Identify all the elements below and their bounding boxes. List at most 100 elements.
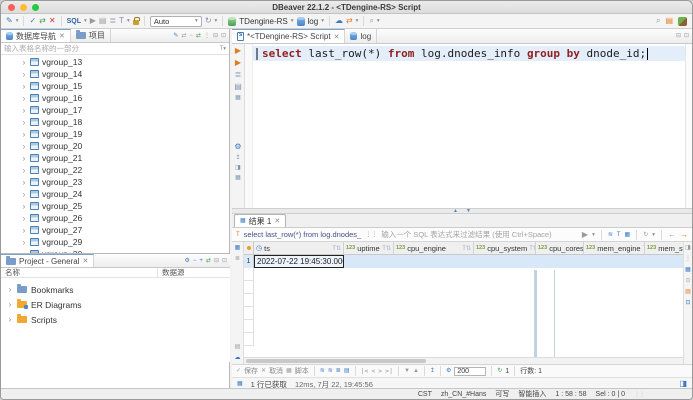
sql-editor-icon[interactable]: SQL xyxy=(67,18,81,25)
active-database[interactable]: log xyxy=(308,17,319,26)
delete-row-icon[interactable]: ≣ xyxy=(336,368,341,374)
scrollbar-thumb[interactable] xyxy=(246,359,426,363)
close-window-icon[interactable] xyxy=(8,4,15,11)
gear-icon[interactable]: ⚙ xyxy=(234,143,241,151)
tab-log-database[interactable]: log xyxy=(345,29,377,43)
column-header-cpu_engine[interactable]: 123cpu_engineT⇅ xyxy=(394,242,474,254)
script-icon[interactable]: ▦ xyxy=(286,368,292,374)
execute-new-tab-icon[interactable]: ▶ xyxy=(235,59,241,67)
minimize-icon[interactable]: ⊟ xyxy=(676,33,681,39)
lock-icon[interactable] xyxy=(133,20,139,25)
save-label[interactable]: 保存 xyxy=(244,366,258,376)
collapse-all-icon[interactable]: − xyxy=(189,33,193,39)
chevron-down-icon[interactable]: ▾ xyxy=(84,18,87,24)
title-bar[interactable]: DBeaver 22.1.2 - <TDengine-RS> Script xyxy=(1,1,692,14)
back-icon[interactable]: ← xyxy=(668,231,676,239)
column-header-cpu_system[interactable]: 123cpu_systemT⇅ xyxy=(474,242,536,254)
grid-view-icon[interactable]: ▦ xyxy=(235,245,241,251)
dbeaver-app-icon[interactable] xyxy=(678,17,687,26)
expander-icon[interactable]: › xyxy=(21,202,27,211)
export-icon[interactable]: ↥ xyxy=(430,368,435,374)
maximize-icon[interactable]: ⊡ xyxy=(222,258,227,264)
column-filter-icon[interactable]: T⇅ xyxy=(382,245,391,252)
expander-icon[interactable]: › xyxy=(21,118,27,127)
refresh-icon[interactable]: ↻ xyxy=(497,368,502,374)
expander-icon[interactable]: › xyxy=(21,238,27,247)
close-icon[interactable]: ✕ xyxy=(82,257,88,265)
value-panel-icon[interactable]: ◨ xyxy=(685,245,691,251)
save-filter-icon[interactable]: T xyxy=(617,232,621,238)
history-icon[interactable]: ↻ xyxy=(643,232,648,238)
column-filter-icon[interactable]: T⇅ xyxy=(529,245,536,252)
expander-icon[interactable]: › xyxy=(21,166,27,175)
navigator-item[interactable]: ›vgroup_21 xyxy=(1,152,229,164)
cloud-icon[interactable]: ☁ xyxy=(335,17,343,25)
cell-ts[interactable]: 2022-07-22 19:45:30.000 xyxy=(254,255,344,268)
tab-sql-script[interactable]: *<TDengine-RS> Script ✕ xyxy=(232,29,345,43)
tab-database-navigator[interactable]: 数据库导航 ✕ xyxy=(1,29,71,42)
save-icon[interactable]: ✓ xyxy=(236,368,241,374)
navigator-item[interactable]: ›vgroup_17 xyxy=(1,104,229,116)
close-icon[interactable]: ✕ xyxy=(274,217,280,225)
copy-row-icon[interactable]: ≋ xyxy=(328,368,333,374)
editor-vscrollbar[interactable] xyxy=(685,44,692,208)
row-number[interactable]: 1 xyxy=(244,255,254,268)
chevron-down-icon[interactable]: ▾ xyxy=(223,46,226,52)
browser-panel-icon[interactable]: ☁ xyxy=(235,355,241,361)
maximize-icon[interactable]: ⊡ xyxy=(684,33,689,39)
expand-icon[interactable]: + xyxy=(199,258,203,264)
refresh-icon[interactable]: ⇄ xyxy=(206,258,211,264)
refresh-tree-icon[interactable]: ⇄ xyxy=(196,33,201,39)
navigator-item[interactable]: ›vgroup_15 xyxy=(1,80,229,92)
prev-record-icon[interactable]: < xyxy=(371,367,375,375)
chevron-down-icon[interactable]: ▾ xyxy=(16,18,19,24)
explain-plan-icon[interactable]: ≣ xyxy=(109,17,116,25)
current-line[interactable]: select last_row(*) from log.dnodes_info … xyxy=(253,46,685,61)
chevron-down-icon[interactable]: ▾ xyxy=(377,18,380,24)
chevron-down-icon[interactable]: ▾ xyxy=(127,18,130,24)
open-file-icon[interactable]: ◨ xyxy=(235,165,241,171)
chevron-down-icon[interactable]: ▾ xyxy=(652,232,655,238)
expander-icon[interactable]: › xyxy=(21,142,27,151)
navigator-item[interactable]: ›vgroup_29 xyxy=(1,236,229,248)
editor-content[interactable]: select last_row(*) from log.dnodes_info … xyxy=(253,44,685,208)
fetch-size-input[interactable]: 200 xyxy=(454,367,486,376)
navigator-item[interactable]: ›vgroup_14 xyxy=(1,68,229,80)
text-view-icon[interactable]: ≣ xyxy=(235,256,240,262)
plug-icon[interactable]: ⇄ xyxy=(346,17,353,25)
metadata-panel-icon[interactable]: ▦ xyxy=(685,267,691,273)
execute-script-icon[interactable]: ≣ xyxy=(235,71,242,79)
expand-filter-icon[interactable]: ≋ xyxy=(608,232,613,238)
bookmarks-icon[interactable]: ▤ xyxy=(665,17,673,25)
execute-disabled-icon[interactable]: ▶ xyxy=(90,17,96,25)
expander-icon[interactable]: › xyxy=(21,154,27,163)
navigator-filter-input[interactable] xyxy=(4,44,220,53)
expander-icon[interactable]: › xyxy=(21,190,27,199)
calc-panel-icon[interactable]: ▤ xyxy=(685,289,691,295)
project-item[interactable]: ›ER Diagrams xyxy=(1,297,230,312)
expander-icon[interactable]: › xyxy=(21,82,27,91)
chevron-down-icon[interactable]: ▾ xyxy=(592,232,595,238)
row-header-corner[interactable] xyxy=(244,242,254,254)
column-header-cpu_cores[interactable]: 123cpu_coresT⇅ xyxy=(536,242,584,254)
zoom-window-icon[interactable] xyxy=(32,4,39,11)
new-object-icon[interactable]: ✎ xyxy=(173,33,178,39)
expander-icon[interactable]: › xyxy=(7,300,13,309)
insert-mode-indicator[interactable]: 智能插入 xyxy=(518,389,546,399)
next-record-icon[interactable]: > xyxy=(378,367,382,375)
open-in-browser-icon[interactable]: ◨ xyxy=(679,380,687,388)
close-icon[interactable]: ✕ xyxy=(334,33,340,41)
active-connection[interactable]: TDengine-RS xyxy=(239,17,287,26)
expander-icon[interactable]: › xyxy=(21,214,27,223)
expander-icon[interactable]: › xyxy=(21,130,27,139)
rollback-icon[interactable]: ✕ xyxy=(49,17,56,25)
fetch-next-icon[interactable]: ▼ xyxy=(404,368,410,374)
navigator-item[interactable]: ›vgroup_25 xyxy=(1,200,229,212)
fetch-all-icon[interactable]: ▲ xyxy=(413,368,419,374)
panels-icon[interactable]: ▦ xyxy=(625,232,631,238)
minimize-down-icon[interactable]: ▼ xyxy=(466,209,471,214)
tab-projects[interactable]: 项目 xyxy=(71,29,111,42)
expander-icon[interactable]: › xyxy=(21,178,27,187)
chevron-down-icon[interactable]: ▾ xyxy=(215,18,218,24)
forward-icon[interactable]: → xyxy=(680,231,688,239)
